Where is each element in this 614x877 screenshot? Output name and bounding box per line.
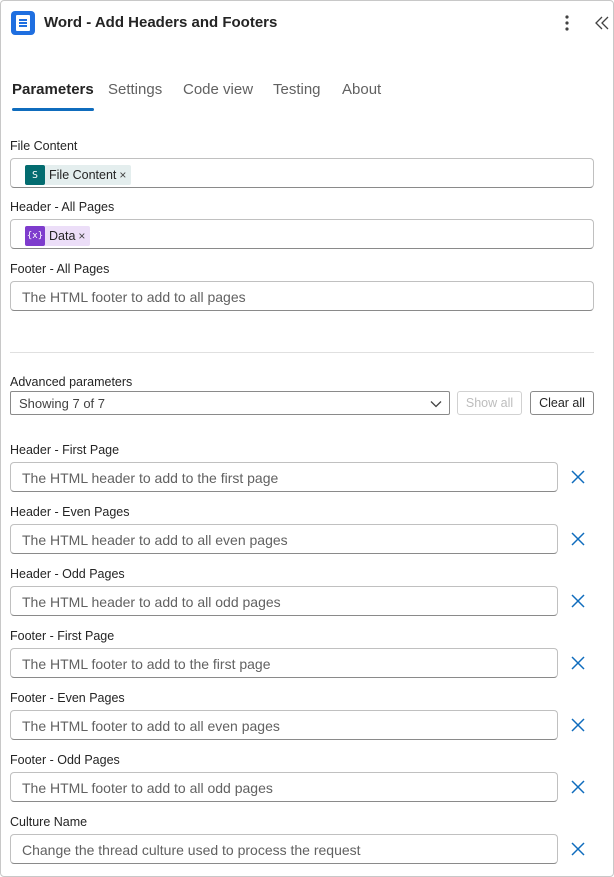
action-panel: Word - Add Headers and Footers Parameter…	[0, 0, 614, 877]
culture-name-input[interactable]: Change the thread culture used to proces…	[10, 834, 558, 864]
panel-title: Word - Add Headers and Footers	[44, 14, 278, 31]
data-token[interactable]: {x} Data ×	[25, 226, 91, 246]
header-first-page-label: Header - First Page	[10, 443, 120, 457]
panel-header: Word - Add Headers and Footers	[1, 1, 613, 45]
remove-parameter-icon[interactable]	[570, 531, 586, 547]
section-divider	[10, 352, 594, 353]
header-even-pages-input[interactable]: The HTML header to add to all even pages	[10, 524, 558, 554]
tab-settings[interactable]: Settings	[108, 79, 162, 111]
token-remove-icon[interactable]: ×	[78, 229, 85, 243]
dropdown-value: Showing 7 of 7	[19, 396, 106, 411]
tab-bar: Parameters Settings Code view Testing Ab…	[1, 79, 613, 115]
advanced-parameters-label: Advanced parameters	[10, 375, 133, 389]
input-placeholder: The HTML header to add to the first page	[22, 470, 279, 486]
remove-parameter-icon[interactable]	[570, 593, 586, 609]
more-vertical-icon[interactable]	[559, 13, 575, 33]
culture-name-label: Culture Name	[10, 815, 88, 829]
header-all-pages-field[interactable]: {x} Data ×	[10, 219, 594, 249]
input-placeholder: The HTML footer to add to all odd pages	[22, 780, 273, 796]
variable-icon: {x}	[25, 226, 45, 246]
footer-first-page-input[interactable]: The HTML footer to add to the first page	[10, 648, 558, 678]
remove-parameter-icon[interactable]	[570, 717, 586, 733]
footer-all-pages-input[interactable]: The HTML footer to add to all pages	[10, 281, 594, 311]
footer-even-pages-label: Footer - Even Pages	[10, 691, 125, 705]
input-placeholder: The HTML footer to add to the first page	[22, 656, 271, 672]
header-odd-pages-label: Header - Odd Pages	[10, 567, 125, 581]
tab-about[interactable]: About	[342, 79, 381, 111]
input-placeholder: Change the thread culture used to proces…	[22, 842, 361, 858]
clear-all-button[interactable]: Clear all	[530, 391, 594, 415]
tab-testing[interactable]: Testing	[273, 79, 321, 111]
input-placeholder: The HTML header to add to all even pages	[22, 532, 288, 548]
file-content-label: File Content	[10, 139, 78, 153]
remove-parameter-icon[interactable]	[570, 841, 586, 857]
file-content-field[interactable]: S File Content ×	[10, 158, 594, 188]
token-label: File Content	[49, 168, 117, 182]
footer-even-pages-input[interactable]: The HTML footer to add to all even pages	[10, 710, 558, 740]
tab-code-view[interactable]: Code view	[183, 79, 253, 111]
footer-first-page-label: Footer - First Page	[10, 629, 115, 643]
show-all-button[interactable]: Show all	[457, 391, 522, 415]
file-content-token[interactable]: S File Content ×	[25, 165, 132, 185]
chevron-down-icon	[430, 401, 442, 408]
sharepoint-icon: S	[25, 165, 45, 185]
header-even-pages-label: Header - Even Pages	[10, 505, 130, 519]
header-all-pages-label: Header - All Pages	[10, 200, 115, 214]
input-placeholder: The HTML header to add to all odd pages	[22, 594, 281, 610]
connector-logo-icon	[11, 11, 35, 35]
footer-all-pages-label: Footer - All Pages	[10, 262, 110, 276]
advanced-parameters-dropdown[interactable]: Showing 7 of 7	[10, 391, 450, 415]
token-remove-icon[interactable]: ×	[119, 168, 126, 182]
remove-parameter-icon[interactable]	[570, 469, 586, 485]
footer-odd-pages-input[interactable]: The HTML footer to add to all odd pages	[10, 772, 558, 802]
header-first-page-input[interactable]: The HTML header to add to the first page	[10, 462, 558, 492]
footer-odd-pages-label: Footer - Odd Pages	[10, 753, 120, 767]
input-placeholder: The HTML footer to add to all pages	[22, 289, 246, 305]
header-odd-pages-input[interactable]: The HTML header to add to all odd pages	[10, 586, 558, 616]
chevron-double-left-icon[interactable]	[593, 14, 611, 32]
tab-parameters[interactable]: Parameters	[12, 79, 94, 111]
token-label: Data	[49, 229, 76, 243]
remove-parameter-icon[interactable]	[570, 779, 586, 795]
input-placeholder: The HTML footer to add to all even pages	[22, 718, 280, 734]
remove-parameter-icon[interactable]	[570, 655, 586, 671]
